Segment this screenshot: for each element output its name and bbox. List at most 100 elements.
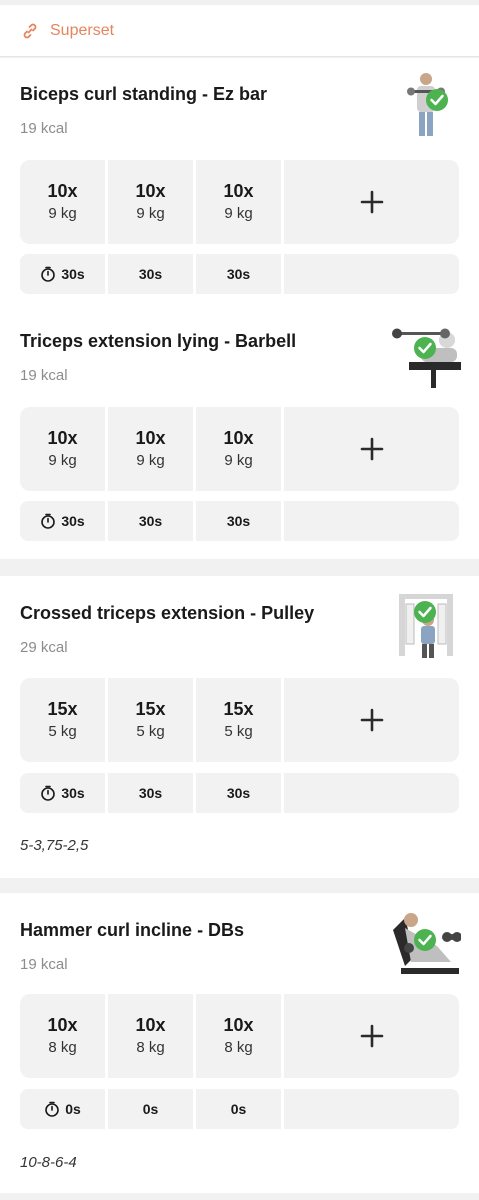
link-icon bbox=[23, 23, 37, 38]
set-cell[interactable]: 10x 8 kg bbox=[196, 994, 281, 1078]
rest-cell[interactable]: 30s bbox=[196, 501, 281, 541]
rest-row: 30s 30s 30s bbox=[20, 501, 459, 541]
set-reps: 10x bbox=[135, 1015, 166, 1035]
sets-row: 10x 9 kg 10x 9 kg 10x 9 kg bbox=[20, 407, 459, 491]
set-reps: 15x bbox=[47, 699, 78, 719]
set-cell[interactable]: 15x 5 kg bbox=[20, 678, 105, 762]
exercise-kcal: 19 kcal bbox=[20, 956, 68, 973]
rest-cell[interactable]: 30s bbox=[20, 501, 105, 541]
set-weight: 8 kg bbox=[48, 1039, 77, 1056]
set-cell[interactable]: 10x 8 kg bbox=[20, 994, 105, 1078]
rest-cell[interactable]: 30s bbox=[196, 254, 281, 294]
rest-cell[interactable]: 0s bbox=[196, 1089, 281, 1129]
stopwatch-icon bbox=[45, 1101, 60, 1117]
rest-cell[interactable]: 30s bbox=[108, 501, 193, 541]
add-set-button[interactable] bbox=[284, 160, 459, 244]
set-cell[interactable]: 10x 9 kg bbox=[20, 160, 105, 244]
rest-time: 0s bbox=[142, 1101, 159, 1117]
rest-time: 30s bbox=[138, 785, 163, 801]
rest-time: 0s bbox=[230, 1101, 247, 1117]
plus-icon bbox=[360, 1024, 383, 1048]
stopwatch-icon bbox=[41, 785, 56, 801]
set-weight: 5 kg bbox=[48, 723, 77, 740]
rest-time: 30s bbox=[226, 785, 251, 801]
rest-row: 30s 30s 30s bbox=[20, 773, 459, 813]
rest-cell[interactable]: 0s bbox=[20, 1089, 105, 1129]
exercise-title: Triceps extension lying - Barbell bbox=[20, 331, 297, 351]
set-weight: 9 kg bbox=[224, 452, 253, 469]
set-reps: 15x bbox=[135, 699, 166, 719]
rest-cell[interactable]: 0s bbox=[108, 1089, 193, 1129]
rest-cell[interactable]: 30s bbox=[20, 773, 105, 813]
exercise-thumbnail[interactable] bbox=[391, 70, 461, 140]
sets-row: 10x 9 kg 10x 9 kg 10x 9 kg bbox=[20, 160, 459, 244]
set-weight: 9 kg bbox=[136, 205, 165, 222]
exercise-note: 10-8-6-4 bbox=[20, 1154, 77, 1171]
set-cell[interactable]: 10x 9 kg bbox=[108, 160, 193, 244]
exercise-kcal: 29 kcal bbox=[20, 639, 68, 656]
add-set-button[interactable] bbox=[284, 678, 459, 762]
rest-time: 0s bbox=[65, 1101, 81, 1117]
set-cell[interactable]: 15x 5 kg bbox=[108, 678, 193, 762]
exercise-note: 5-3,75-2,5 bbox=[20, 837, 89, 854]
exercise-title: Hammer curl incline - DBs bbox=[20, 920, 245, 940]
stopwatch-icon bbox=[41, 513, 56, 529]
superset-label: Superset bbox=[50, 21, 115, 39]
set-weight: 9 kg bbox=[224, 205, 253, 222]
set-cell[interactable]: 10x 9 kg bbox=[196, 160, 281, 244]
exercise-title: Biceps curl standing - Ez bar bbox=[20, 84, 268, 104]
exercise-card[interactable]: Crossed triceps extension - Pulley 29 kc… bbox=[0, 576, 479, 878]
exercise-title: Crossed triceps extension - Pulley bbox=[20, 603, 315, 623]
checkmark-icon bbox=[414, 337, 436, 359]
set-weight: 9 kg bbox=[48, 205, 77, 222]
rest-empty-cell bbox=[284, 254, 459, 294]
rest-cell[interactable]: 30s bbox=[20, 254, 105, 294]
add-set-button[interactable] bbox=[284, 994, 459, 1078]
set-cell[interactable]: 10x 9 kg bbox=[20, 407, 105, 491]
exercise-thumbnail[interactable] bbox=[391, 590, 461, 660]
rest-row: 30s 30s 30s bbox=[20, 254, 459, 294]
exercise-kcal: 19 kcal bbox=[20, 120, 68, 137]
rest-empty-cell bbox=[284, 501, 459, 541]
rest-time: 30s bbox=[61, 266, 85, 282]
rest-empty-cell bbox=[284, 773, 459, 813]
set-cell[interactable]: 10x 9 kg bbox=[108, 407, 193, 491]
set-reps: 10x bbox=[135, 428, 166, 448]
set-reps: 15x bbox=[223, 699, 254, 719]
rest-row: 0s 0s 0s bbox=[20, 1089, 459, 1129]
set-cell[interactable]: 10x 8 kg bbox=[108, 994, 193, 1078]
set-weight: 8 kg bbox=[136, 1039, 165, 1056]
set-reps: 10x bbox=[223, 1015, 254, 1035]
exercise-card[interactable]: Hammer curl incline - DBs 19 kcal 10x 8 k… bbox=[0, 893, 479, 1193]
rest-cell[interactable]: 30s bbox=[196, 773, 281, 813]
exercise-card[interactable]: Biceps curl standing - Ez bar 19 kcal 10… bbox=[0, 58, 479, 559]
set-weight: 5 kg bbox=[136, 723, 165, 740]
set-weight: 8 kg bbox=[224, 1039, 253, 1056]
set-reps: 10x bbox=[47, 428, 78, 448]
set-weight: 5 kg bbox=[224, 723, 253, 740]
plus-icon bbox=[360, 708, 383, 732]
plus-icon bbox=[360, 437, 383, 461]
set-reps: 10x bbox=[223, 181, 254, 201]
exercise-thumbnail[interactable] bbox=[391, 906, 461, 976]
set-reps: 10x bbox=[135, 181, 166, 201]
sets-row: 15x 5 kg 15x 5 kg 15x 5 kg bbox=[20, 678, 459, 762]
set-reps: 10x bbox=[47, 1015, 78, 1035]
rest-time: 30s bbox=[226, 266, 251, 282]
set-reps: 10x bbox=[223, 428, 254, 448]
exercise-thumbnail[interactable] bbox=[391, 318, 461, 388]
set-weight: 9 kg bbox=[136, 452, 165, 469]
set-cell[interactable]: 10x 9 kg bbox=[196, 407, 281, 491]
rest-cell[interactable]: 30s bbox=[108, 773, 193, 813]
rest-time: 30s bbox=[138, 266, 163, 282]
plus-icon bbox=[360, 190, 383, 214]
checkmark-icon bbox=[414, 601, 436, 623]
superset-header[interactable]: Superset bbox=[0, 5, 479, 57]
set-cell[interactable]: 15x 5 kg bbox=[196, 678, 281, 762]
rest-empty-cell bbox=[284, 1089, 459, 1129]
rest-time: 30s bbox=[226, 513, 251, 529]
rest-cell[interactable]: 30s bbox=[108, 254, 193, 294]
rest-time: 30s bbox=[138, 513, 163, 529]
add-set-button[interactable] bbox=[284, 407, 459, 491]
stopwatch-icon bbox=[41, 266, 56, 282]
